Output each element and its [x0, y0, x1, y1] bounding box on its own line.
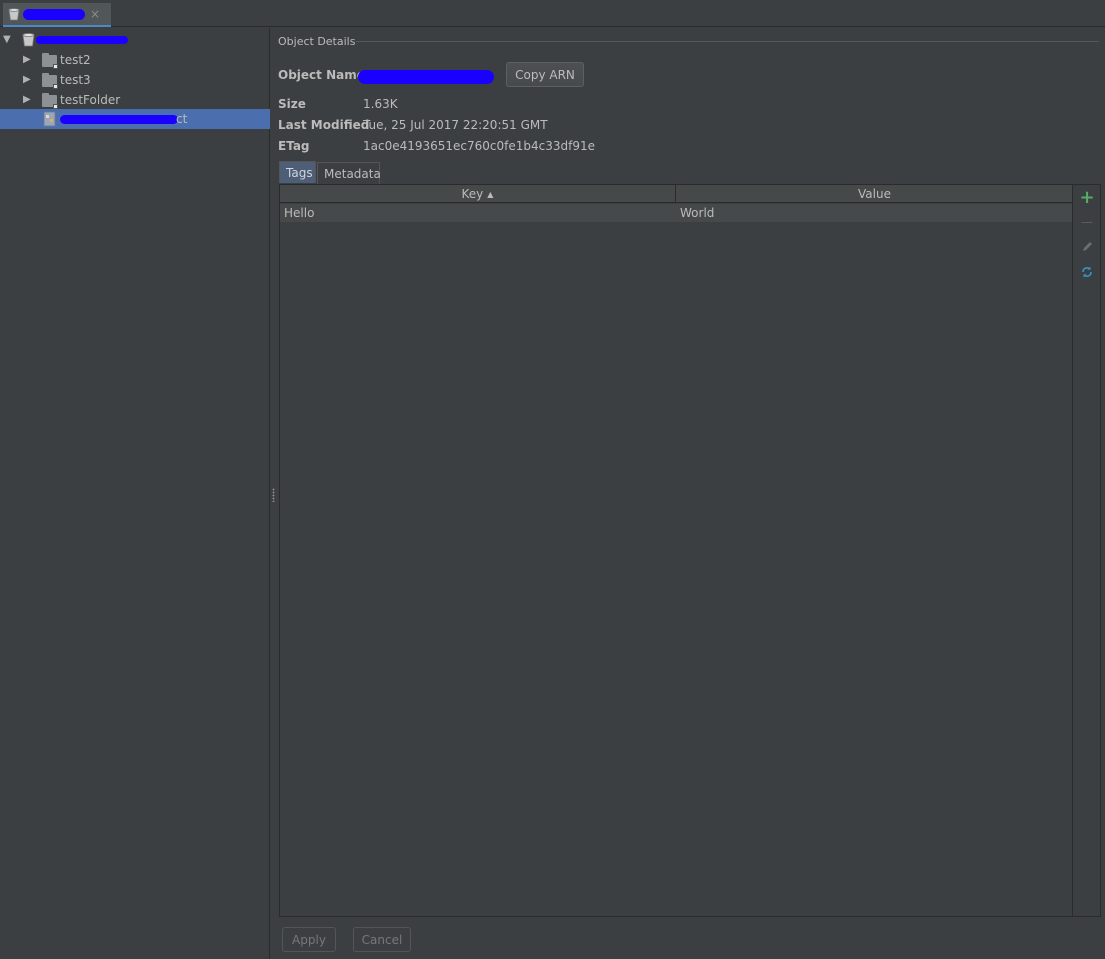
bucket-icon — [8, 7, 20, 21]
tags-table: Key ▲ Value Hello World + — — [279, 184, 1101, 917]
table-row[interactable]: Hello World — [280, 204, 1072, 222]
section-divider — [356, 41, 1099, 42]
tree-item-label: testFolder — [60, 93, 121, 107]
editor-tab-bucket[interactable]: × — [3, 3, 111, 27]
collapse-arrow-icon[interactable]: ▼ — [3, 34, 11, 45]
editor-tab-strip: × — [0, 0, 1105, 27]
sort-ascending-icon: ▲ — [487, 189, 494, 199]
last-modified-value: Tue, 25 Jul 2017 22:20:51 GMT — [363, 118, 548, 132]
tab-metadata[interactable]: Metadata — [317, 162, 381, 184]
section-title: Object Details — [278, 35, 356, 48]
redacted-object-name — [60, 115, 178, 124]
expand-arrow-icon[interactable]: ▶ — [23, 94, 31, 105]
column-header-value[interactable]: Value — [677, 185, 1072, 203]
cell-value[interactable]: World — [680, 204, 714, 222]
expand-arrow-icon[interactable]: ▶ — [23, 74, 31, 85]
table-header: Key ▲ Value — [280, 185, 1072, 203]
redacted-object-name-value — [358, 70, 494, 84]
object-name-label: Object Name — [278, 68, 365, 82]
expand-arrow-icon[interactable]: ▶ — [23, 54, 31, 65]
remove-icon[interactable]: — — [1079, 214, 1095, 230]
tree-root[interactable]: ▼ — [0, 30, 270, 50]
tree-item-selected-object[interactable]: ct — [0, 109, 270, 129]
bucket-tree: ▼ ▶ test2 ▶ test3 ▶ testFolder ct — [0, 28, 270, 959]
size-value: 1.63K — [363, 97, 398, 111]
apply-button[interactable]: Apply — [282, 927, 336, 952]
tree-item-label: test3 — [60, 73, 91, 87]
redacted-root-name — [36, 36, 128, 44]
column-header-key[interactable]: Key ▲ — [280, 185, 676, 203]
etag-label: ETag — [278, 139, 310, 153]
bucket-icon — [22, 33, 35, 50]
folder-icon — [42, 93, 58, 109]
last-modified-label: Last Modified — [278, 118, 370, 132]
folder-icon — [42, 53, 58, 69]
size-label: Size — [278, 97, 306, 111]
etag-value: 1ac0e4193651ec760c0fe1b4c33df91e — [363, 139, 596, 153]
close-tab-icon[interactable]: × — [90, 7, 100, 21]
folder-icon — [42, 73, 58, 89]
tab-tags[interactable]: Tags — [279, 161, 316, 183]
redacted-bucket-name — [23, 8, 85, 20]
cancel-button[interactable]: Cancel — [353, 927, 411, 952]
tree-item-test3[interactable]: ▶ test3 — [0, 70, 270, 90]
tree-item-label: test2 — [60, 53, 91, 67]
cell-key[interactable]: Hello — [284, 204, 314, 222]
refresh-icon[interactable] — [1079, 264, 1095, 280]
tree-item-testfolder[interactable]: ▶ testFolder — [0, 90, 270, 110]
add-icon[interactable]: + — [1079, 187, 1095, 208]
splitter-handle[interactable] — [272, 488, 275, 502]
tree-item-label-suffix: ct — [176, 112, 188, 126]
file-icon — [43, 111, 57, 130]
table-toolbar: + — — [1072, 185, 1100, 916]
tree-item-test2[interactable]: ▶ test2 — [0, 50, 270, 70]
copy-arn-button[interactable]: Copy ARN — [506, 62, 584, 87]
edit-icon[interactable] — [1079, 239, 1095, 255]
